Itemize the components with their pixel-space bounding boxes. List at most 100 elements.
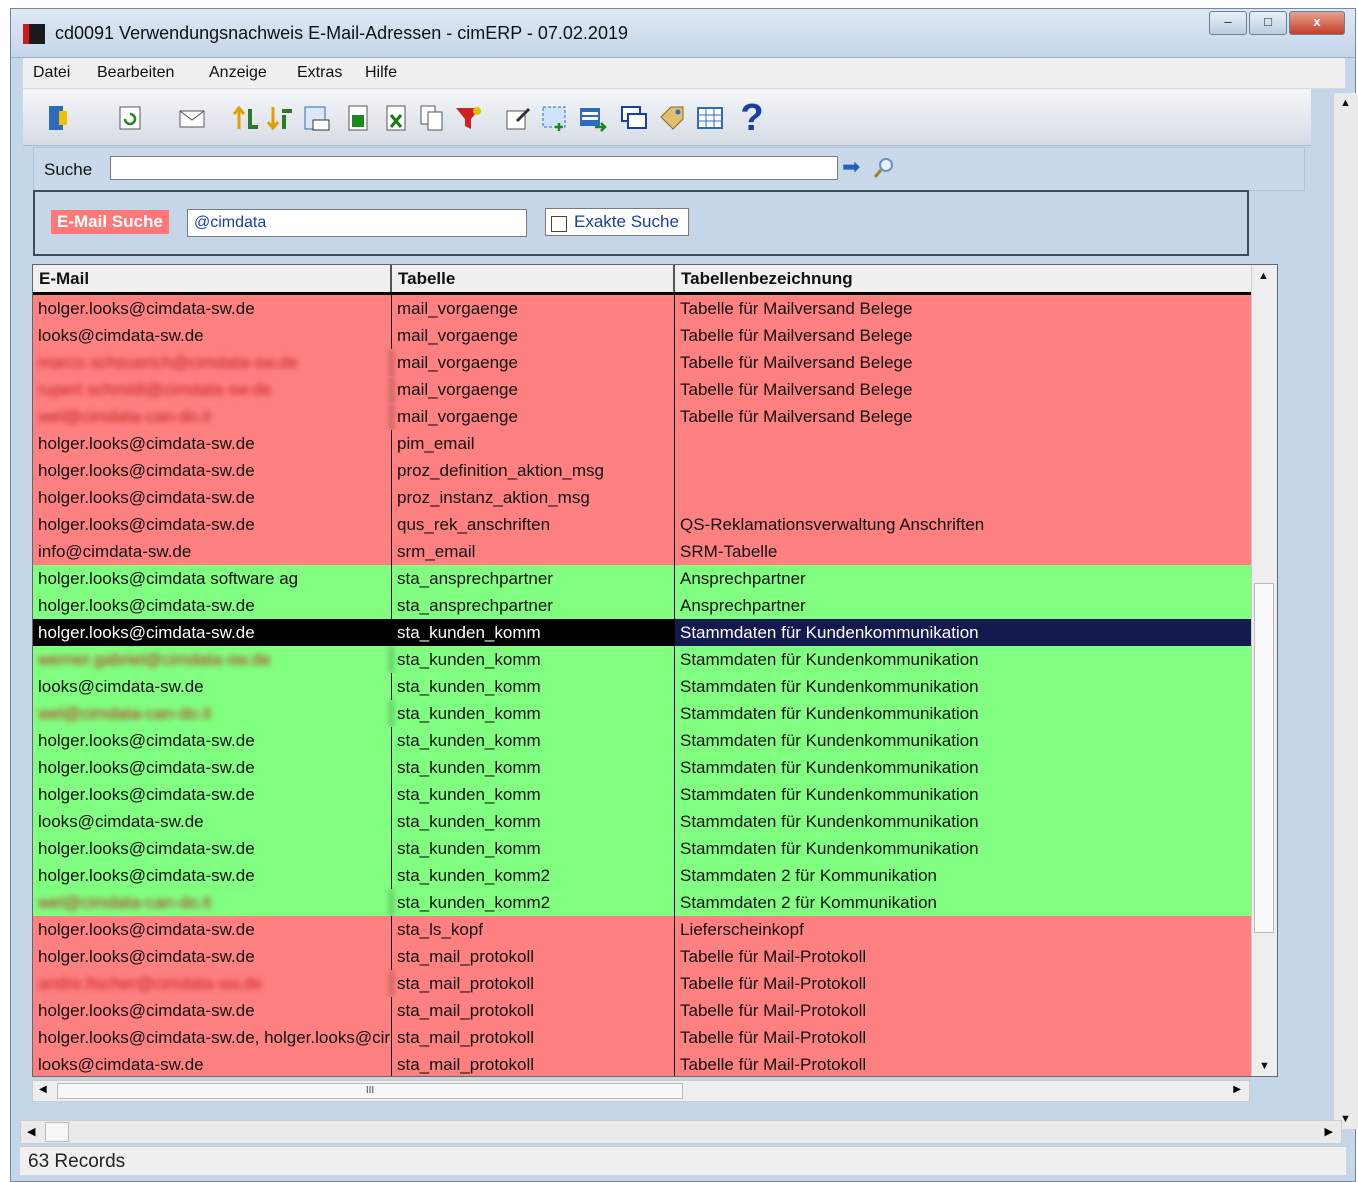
sort-ascending-icon[interactable] <box>229 101 263 135</box>
grid-scroll-down-icon[interactable]: ▼ <box>1253 1056 1276 1076</box>
cell-tabellenbezeichnung[interactable]: Tabelle für Mailversand Belege <box>675 376 1251 403</box>
copy-icon[interactable] <box>415 101 449 135</box>
grid-scroll-thumb[interactable] <box>1254 583 1274 933</box>
menu-bearbeiten[interactable]: Bearbeiten <box>97 64 174 82</box>
cell-tabelle[interactable]: mail_vorgaenge <box>392 322 675 349</box>
cell-tabellenbezeichnung[interactable]: Tabelle für Mail-Protokoll <box>675 1024 1251 1051</box>
cell-tabelle[interactable]: sta_mail_protokoll <box>392 970 675 997</box>
cell-email[interactable]: holger.looks@cimdata-sw.de, holger.looks… <box>33 1024 392 1051</box>
cell-tabelle[interactable]: sta_kunden_komm <box>392 619 675 646</box>
cell-tabellenbezeichnung[interactable]: QS-Reklamationsverwaltung Anschriften <box>675 511 1251 538</box>
window-hscroll-thumb[interactable] <box>45 1122 69 1142</box>
table-row[interactable]: holger.looks@cimdata-sw.de sta_kunden_kom… <box>33 754 1251 781</box>
cell-tabelle[interactable]: mail_vorgaenge <box>392 403 675 430</box>
cell-tabelle[interactable]: proz_instanz_aktion_msg <box>392 484 675 511</box>
table-row-selected[interactable]: holger.looks@cimdata-sw.de sta_kunden_kom… <box>33 619 1251 646</box>
cell-email[interactable]: holger.looks@cimdata-sw.de <box>33 916 392 943</box>
cell-tabellenbezeichnung[interactable]: Stammdaten 2 für Kommunikation <box>675 862 1251 889</box>
table-row[interactable]: holger.looks@cimdata-sw.de sta_ansprechpa… <box>33 592 1251 619</box>
cell-tabellenbezeichnung[interactable]: Tabelle für Mail-Protokoll <box>675 943 1251 970</box>
cell-tabelle[interactable]: pim_email <box>392 430 675 457</box>
grid-vertical-scrollbar[interactable]: ▲ ▼ <box>1251 265 1277 1076</box>
cell-tabellenbezeichnung[interactable]: Stammdaten für Kundenkommunikation <box>675 673 1251 700</box>
cell-email[interactable]: wel@cimdata-can-do.it <box>33 403 392 430</box>
cell-tabelle[interactable]: sta_mail_protokoll <box>392 1051 675 1076</box>
cell-tabelle[interactable]: srm_email <box>392 538 675 565</box>
table-row[interactable]: rupert.schmidt@cimdata-sw.de mail_vorgaen… <box>33 376 1251 403</box>
cell-tabellenbezeichnung[interactable]: Tabelle für Mailversand Belege <box>675 322 1251 349</box>
table-row[interactable]: holger.looks@cimdata-sw.de sta_kunden_kom… <box>33 835 1251 862</box>
minimize-button[interactable]: – <box>1209 11 1247 35</box>
menu-datei[interactable]: Datei <box>33 64 70 82</box>
cell-tabellenbezeichnung[interactable]: Stammdaten für Kundenkommunikation <box>675 835 1251 862</box>
cell-tabellenbezeichnung[interactable]: Tabelle für Mail-Protokoll <box>675 1051 1251 1076</box>
table-row[interactable]: holger.looks@cimdata-sw.de sta_mail_proto… <box>33 997 1251 1024</box>
grid-hscroll-thumb[interactable]: III <box>57 1083 683 1099</box>
menu-hilfe[interactable]: Hilfe <box>365 64 397 82</box>
cell-tabellenbezeichnung[interactable] <box>675 457 1251 484</box>
cell-email[interactable]: marco.scheuerich@cimdata-sw.de <box>33 349 392 376</box>
title-bar[interactable]: cd0091 Verwendungsnachweis E-Mail-Adress… <box>11 9 1355 58</box>
transfer-icon[interactable] <box>575 101 609 135</box>
cell-tabelle[interactable]: sta_kunden_komm <box>392 808 675 835</box>
cell-tabellenbezeichnung[interactable]: Tabelle für Mailversand Belege <box>675 403 1251 430</box>
cell-tabelle[interactable]: mail_vorgaenge <box>392 349 675 376</box>
cell-tabelle[interactable]: sta_mail_protokoll <box>392 1024 675 1051</box>
cell-tabelle[interactable]: sta_mail_protokoll <box>392 943 675 970</box>
cell-email[interactable]: holger.looks@cimdata-sw.de <box>33 592 392 619</box>
table-row[interactable]: holger.looks@cimdata-sw.de mail_vorgaenge… <box>33 295 1251 322</box>
table-row[interactable]: looks@cimdata-sw.de sta_kunden_komm Stammd… <box>33 673 1251 700</box>
cell-email[interactable]: werner.gabriel@cimdata-sw.de <box>33 646 392 673</box>
cell-email[interactable]: wel@cimdata-can-do.it <box>33 889 392 916</box>
table-row[interactable]: werner.gabriel@cimdata-sw.de sta_kunden_k… <box>33 646 1251 673</box>
cell-tabellenbezeichnung[interactable]: Stammdaten für Kundenkommunikation <box>675 700 1251 727</box>
table-row[interactable]: looks@cimdata-sw.de sta_mail_protokoll Tab… <box>33 1051 1251 1076</box>
column-header-tabelle[interactable]: Tabelle <box>392 265 675 292</box>
cell-email[interactable]: holger.looks@cimdata-sw.de <box>33 754 392 781</box>
column-header-tabellenbezeichnung[interactable]: Tabellenbezeichnung <box>675 265 1251 292</box>
cell-email[interactable]: andre.fischer@cimdata-sw.de <box>33 970 392 997</box>
cell-tabelle[interactable]: proz_definition_aktion_msg <box>392 457 675 484</box>
cell-email[interactable]: looks@cimdata-sw.de <box>33 808 392 835</box>
table-row[interactable]: marco.scheuerich@cimdata-sw.de mail_vorga… <box>33 349 1251 376</box>
table-row[interactable]: wel@cimdata-can-do.it sta_kunden_komm Stam… <box>33 700 1251 727</box>
cell-tabelle[interactable]: sta_ansprechpartner <box>392 565 675 592</box>
table-row[interactable]: info@cimdata-sw.de srm_email SRM-Tabelle <box>33 538 1251 565</box>
table-row[interactable]: holger.looks@cimdata-sw.de proz_definitio… <box>33 457 1251 484</box>
cell-email[interactable]: holger.looks@cimdata-sw.de <box>33 835 392 862</box>
cell-tabellenbezeichnung[interactable]: Stammdaten für Kundenkommunikation <box>675 619 1251 646</box>
menu-extras[interactable]: Extras <box>297 64 342 82</box>
cell-tabelle[interactable]: mail_vorgaenge <box>392 376 675 403</box>
cell-tabelle[interactable]: sta_kunden_komm <box>392 727 675 754</box>
cell-email[interactable]: holger.looks@cimdata-sw.de <box>33 862 392 889</box>
email-search-input[interactable]: @cimdata <box>187 209 527 237</box>
help-icon[interactable]: ? <box>735 97 769 139</box>
window-scroll-right-icon[interactable]: ▶ <box>1325 1125 1333 1138</box>
cell-tabelle[interactable]: mail_vorgaenge <box>392 295 675 322</box>
cell-email[interactable]: holger.looks@cimdata software ag <box>33 565 392 592</box>
table-row[interactable]: wel@cimdata-can-do.it sta_kunden_komm2 Sta… <box>33 889 1251 916</box>
cell-tabellenbezeichnung[interactable]: Tabelle für Mailversand Belege <box>675 295 1251 322</box>
cell-email[interactable]: info@cimdata-sw.de <box>33 538 392 565</box>
cell-tabellenbezeichnung[interactable]: SRM-Tabelle <box>675 538 1251 565</box>
cell-email[interactable]: holger.looks@cimdata-sw.de <box>33 511 392 538</box>
edit-icon[interactable] <box>501 101 535 135</box>
cell-email[interactable]: holger.looks@cimdata-sw.de <box>33 457 392 484</box>
table-row[interactable]: looks@cimdata-sw.de sta_kunden_komm Stammd… <box>33 808 1251 835</box>
cell-tabellenbezeichnung[interactable]: Tabelle für Mailversand Belege <box>675 349 1251 376</box>
refresh-icon[interactable] <box>113 101 147 135</box>
cell-tabellenbezeichnung[interactable]: Stammdaten für Kundenkommunikation <box>675 646 1251 673</box>
cell-tabelle[interactable]: sta_kunden_komm <box>392 754 675 781</box>
close-button[interactable]: x <box>1289 11 1345 35</box>
table-row[interactable]: holger.looks@cimdata-sw.de pim_email <box>33 430 1251 457</box>
cell-tabelle[interactable]: sta_kunden_komm2 <box>392 889 675 916</box>
table-row[interactable]: andre.fischer@cimdata-sw.de sta_mail_prot… <box>33 970 1251 997</box>
table-row[interactable]: holger.looks@cimdata-sw.de sta_ls_kopf Lie… <box>33 916 1251 943</box>
table-row[interactable]: holger.looks@cimdata-sw.de sta_kunden_kom… <box>33 727 1251 754</box>
table-row[interactable]: holger.looks@cimdata software ag sta_ansp… <box>33 565 1251 592</box>
search-input[interactable] <box>110 156 838 180</box>
cell-tabellenbezeichnung[interactable]: Stammdaten 2 für Kommunikation <box>675 889 1251 916</box>
cell-tabellenbezeichnung[interactable] <box>675 430 1251 457</box>
table-row[interactable]: holger.looks@cimdata-sw.de qus_rek_anschr… <box>33 511 1251 538</box>
cell-tabelle[interactable]: sta_kunden_komm <box>392 700 675 727</box>
